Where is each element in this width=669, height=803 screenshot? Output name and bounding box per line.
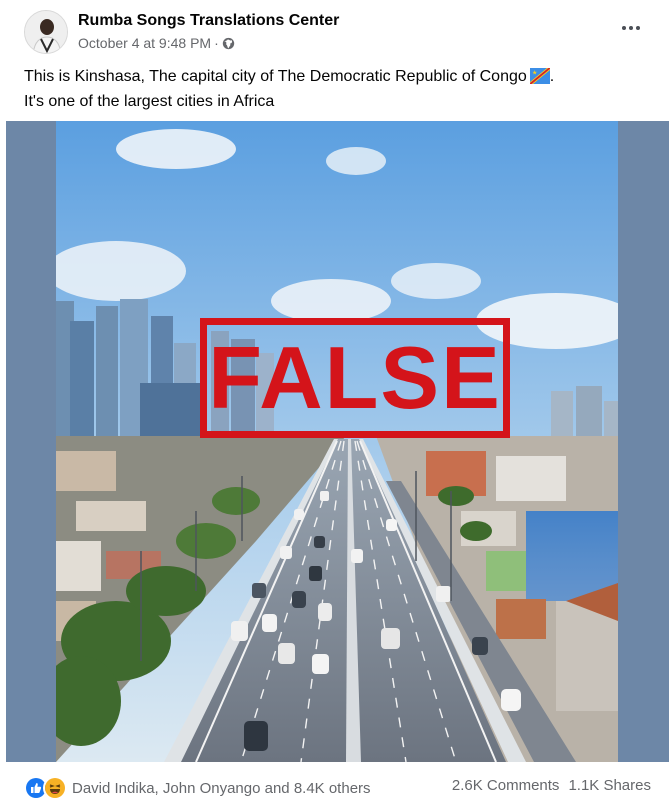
post-footer: David Indika, John Onyango and 8.4K othe… [0, 762, 669, 803]
facebook-post: Rumba Songs Translations Center October … [0, 0, 669, 803]
shares-count-link[interactable]: 1.1K Shares [568, 777, 651, 794]
globe-icon [222, 37, 235, 50]
caption-line-1-end: . [549, 68, 555, 85]
author-name[interactable]: Rumba Songs Translations Center [78, 12, 339, 30]
false-rating-stamp: FALSE [200, 318, 510, 438]
false-stamp-text: FALSE [208, 328, 502, 427]
post-meta: October 4 at 9:48 PM · [78, 35, 235, 51]
more-options-icon[interactable] [619, 16, 643, 40]
author-avatar[interactable] [24, 10, 68, 54]
kinshasa-highway-photo[interactable] [56, 121, 618, 762]
post-timestamp[interactable]: October 4 at 9:48 PM [78, 35, 211, 51]
comments-count-link[interactable]: 2.6K Comments [452, 777, 560, 794]
reaction-names: David Indika, John Onyango and 8.4K othe… [72, 779, 371, 797]
post-caption: This is Kinshasa, The capital city of Th… [24, 66, 644, 113]
reactions-summary[interactable]: David Indika, John Onyango and 8.4K othe… [24, 776, 371, 800]
caption-line-2: It's one of the largest cities in Africa [24, 93, 275, 110]
svg-text:★: ★ [532, 70, 537, 77]
haha-icon [43, 776, 67, 800]
dr-congo-flag-icon: ★ [529, 68, 550, 91]
meta-separator: · [214, 35, 219, 51]
caption-line-1: This is Kinshasa, The capital city of Th… [24, 68, 527, 85]
post-stats: 2.6K Comments 1.1K Shares [452, 777, 651, 794]
